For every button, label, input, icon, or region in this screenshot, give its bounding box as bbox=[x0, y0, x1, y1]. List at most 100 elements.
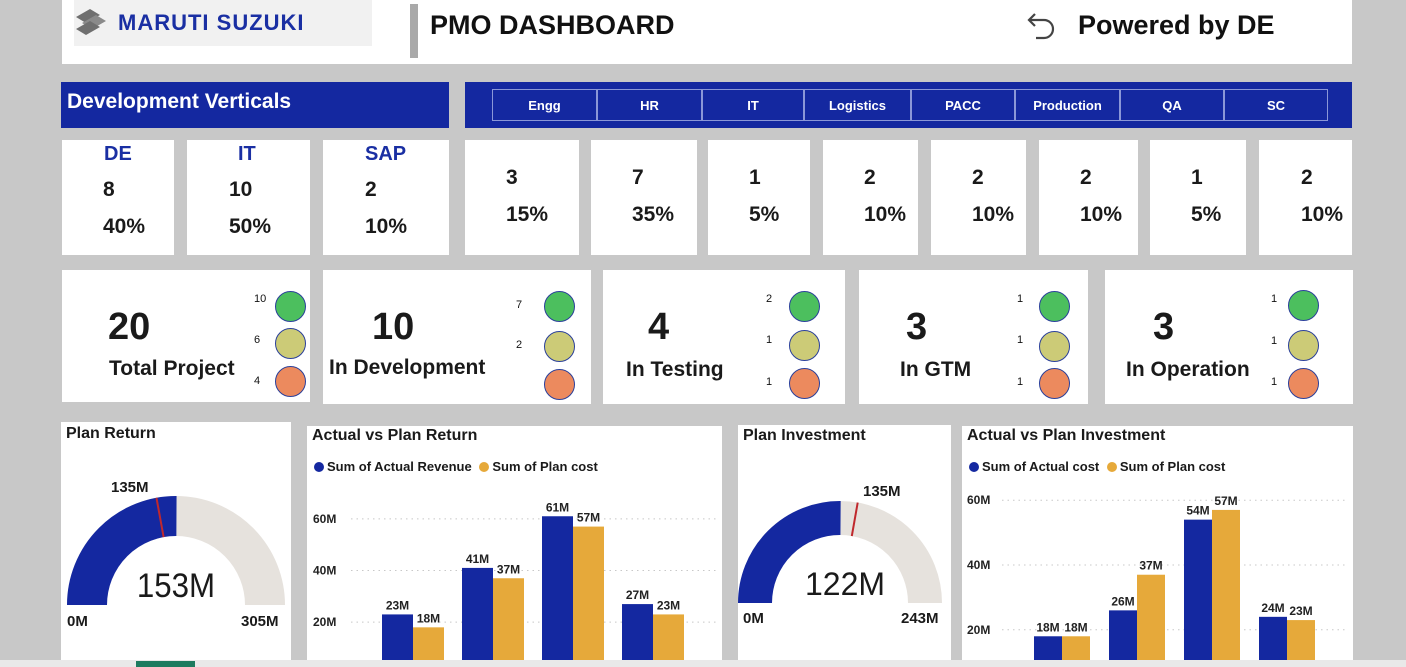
data-label: 23M bbox=[386, 598, 409, 612]
department-count: 1 bbox=[1191, 166, 1203, 189]
tab-sc[interactable]: SC bbox=[1224, 89, 1328, 121]
tab-engg[interactable]: Engg bbox=[492, 89, 597, 121]
orange-status-dot bbox=[1288, 368, 1319, 399]
gauge-target-label: 135M bbox=[111, 479, 149, 496]
yellow-status-dot bbox=[544, 331, 575, 362]
vertical-percent: 10% bbox=[365, 215, 408, 238]
status-label: In GTM bbox=[900, 358, 972, 381]
plan-bar[interactable] bbox=[1212, 509, 1240, 667]
status-value: 10 bbox=[372, 306, 415, 348]
department-percent: 10% bbox=[972, 203, 1015, 226]
yellow-count: 1 bbox=[1271, 335, 1278, 347]
department-count: 2 bbox=[864, 166, 876, 189]
vertical-card-de: DE 8 40% bbox=[62, 140, 174, 255]
data-label: 18M bbox=[417, 611, 440, 625]
department-percent: 5% bbox=[1191, 203, 1222, 226]
back-arrow-icon[interactable] bbox=[1022, 8, 1058, 44]
tab-logistics[interactable]: Logistics bbox=[804, 89, 911, 121]
y-tick-label: 60M bbox=[313, 512, 336, 526]
plan-bar[interactable] bbox=[573, 526, 604, 667]
data-label: 24M bbox=[1261, 601, 1284, 615]
yellow-status-dot bbox=[275, 328, 306, 359]
brand-name: MARUTI SUZUKI bbox=[118, 10, 305, 35]
department-percent: 15% bbox=[506, 203, 549, 226]
data-label: 37M bbox=[497, 562, 520, 576]
brand-logo: MARUTI SUZUKI bbox=[74, 0, 372, 46]
y-tick-label: 60M bbox=[967, 493, 990, 507]
yellow-status-dot bbox=[1039, 331, 1070, 362]
plan-bar[interactable] bbox=[493, 578, 524, 667]
orange-count: 1 bbox=[766, 376, 773, 388]
vertical-name: SAP bbox=[365, 143, 407, 165]
data-label: 26M bbox=[1111, 594, 1134, 608]
department-percent: 10% bbox=[864, 203, 907, 226]
department-card-production: 2 10% bbox=[1039, 140, 1138, 255]
yellow-count: 6 bbox=[254, 334, 261, 346]
yellow-count: 1 bbox=[766, 334, 773, 346]
green-status-dot bbox=[1288, 290, 1319, 321]
green-status-dot bbox=[1039, 291, 1070, 322]
tab-it[interactable]: IT bbox=[702, 89, 804, 121]
orange-count: 1 bbox=[1017, 376, 1024, 388]
actual-bar[interactable] bbox=[1109, 610, 1137, 667]
department-count: 2 bbox=[1301, 166, 1313, 189]
page-tab-indicator[interactable] bbox=[136, 661, 195, 667]
tab-pacc[interactable]: PACC bbox=[911, 89, 1015, 121]
y-tick-label: 20M bbox=[313, 615, 336, 629]
page-title: PMO DASHBOARD bbox=[430, 10, 675, 40]
gauge-min-label: 0M bbox=[67, 613, 88, 630]
vertical-count: 10 bbox=[229, 178, 253, 201]
plan-investment-gauge: 135M 122M 0M 243M bbox=[738, 483, 942, 627]
actual-vs-plan-return-chart: 20M 40M 60M 23M 41M 61M 27M 18M 37M 57M 23M bbox=[313, 500, 717, 667]
department-percent: 10% bbox=[1080, 203, 1123, 226]
status-value: 4 bbox=[648, 306, 670, 348]
status-label: In Operation bbox=[1126, 358, 1250, 381]
department-percent: 35% bbox=[632, 203, 675, 226]
plan-investment-panel: Plan Investment 135M 122M 0M 243M bbox=[738, 425, 951, 667]
actual-bar[interactable] bbox=[1184, 519, 1212, 667]
department-card-logistics: 2 10% bbox=[823, 140, 918, 255]
department-count: 2 bbox=[1080, 166, 1092, 189]
department-percent: 5% bbox=[749, 203, 780, 226]
orange-status-dot bbox=[275, 366, 306, 397]
vertical-card-it: IT 10 50% bbox=[187, 140, 310, 255]
gauge-target-label: 135M bbox=[863, 483, 901, 500]
status-value: 3 bbox=[906, 306, 928, 348]
orange-count: 1 bbox=[1271, 376, 1278, 388]
green-status-dot bbox=[275, 291, 306, 322]
department-card-qa: 1 5% bbox=[1150, 140, 1246, 255]
actual-bar[interactable] bbox=[462, 567, 493, 667]
data-label: 54M bbox=[1186, 504, 1209, 518]
actual-vs-plan-investment-chart: 20M 40M 60M 18M 26M 54M 24M 18M 37M 57M 23M bbox=[967, 493, 1348, 667]
plan-return-panel: Plan Return 135M 153M 0M 305M bbox=[61, 422, 291, 667]
data-label: 18M bbox=[1064, 620, 1087, 634]
plan-bar[interactable] bbox=[1137, 574, 1165, 667]
actual-bar[interactable] bbox=[542, 516, 573, 667]
vertical-percent: 50% bbox=[229, 215, 272, 238]
actual-bar[interactable] bbox=[622, 604, 653, 667]
header-divider bbox=[410, 4, 418, 58]
tab-production[interactable]: Production bbox=[1015, 89, 1120, 121]
status-card-total: 20 Total Project 10 6 4 bbox=[62, 270, 310, 402]
vertical-name: DE bbox=[104, 143, 132, 165]
tab-hr[interactable]: HR bbox=[597, 89, 702, 121]
yellow-count: 2 bbox=[516, 339, 523, 351]
orange-status-dot bbox=[1039, 368, 1070, 399]
data-label: 23M bbox=[1289, 604, 1312, 618]
data-label: 57M bbox=[577, 511, 600, 525]
vertical-percent: 40% bbox=[103, 215, 146, 238]
department-count: 2 bbox=[972, 166, 984, 189]
data-label: 57M bbox=[1214, 494, 1237, 508]
vertical-count: 8 bbox=[103, 178, 115, 201]
tab-qa[interactable]: QA bbox=[1120, 89, 1224, 121]
actual-vs-plan-investment-panel: Actual vs Plan Investment Sum of Actual … bbox=[962, 426, 1353, 667]
status-card-testing: 4 In Testing 2 1 1 bbox=[603, 270, 845, 404]
gauge-value-label: 153M bbox=[137, 566, 215, 605]
green-count: 1 bbox=[1271, 293, 1278, 305]
y-tick-label: 40M bbox=[313, 564, 336, 578]
y-tick-label: 40M bbox=[967, 558, 990, 572]
yellow-status-dot bbox=[1288, 330, 1319, 361]
yellow-status-dot bbox=[789, 330, 820, 361]
department-count: 7 bbox=[632, 166, 644, 189]
status-card-gtm: 3 In GTM 1 1 1 bbox=[859, 270, 1088, 404]
